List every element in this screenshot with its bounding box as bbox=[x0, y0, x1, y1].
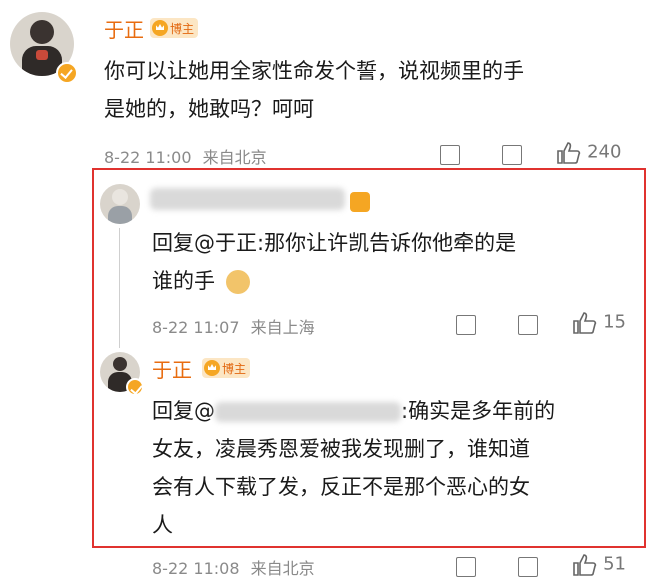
verified-icon bbox=[56, 62, 78, 84]
share-icon[interactable] bbox=[456, 557, 476, 577]
comment-icon[interactable] bbox=[518, 315, 538, 335]
thumbs-up-icon bbox=[573, 554, 597, 576]
username[interactable]: 于正 bbox=[104, 14, 144, 43]
like-button[interactable]: 15 bbox=[572, 311, 626, 335]
comment-text: 你可以让她用全家性命发个誓，说视频里的手 是她的，她敢吗？呵呵 bbox=[104, 59, 524, 121]
blogger-badge: 博主 bbox=[150, 18, 199, 38]
share-icon[interactable] bbox=[440, 145, 460, 165]
share-icon[interactable] bbox=[456, 315, 476, 335]
blurred-username bbox=[150, 188, 345, 210]
crown-icon bbox=[204, 360, 220, 376]
verified-icon bbox=[126, 378, 144, 396]
comment-icon[interactable] bbox=[518, 557, 538, 577]
reply-text: 回复@:确实是多年前的 女友，凌晨秀恩爱被我发现删了，谁知道 会有人下载了发，反… bbox=[152, 399, 556, 537]
thread-line bbox=[119, 228, 120, 348]
username[interactable]: 于正 bbox=[152, 354, 192, 383]
comment-icon[interactable] bbox=[502, 145, 522, 165]
comment-meta: 8-22 11:00 来自北京 bbox=[104, 148, 267, 167]
avatar[interactable] bbox=[100, 184, 140, 224]
reply-text: 回复@于正:那你让许凯告诉你他牵的是 谁的手 bbox=[152, 231, 517, 294]
reply-meta: 8-22 11:08 来自北京 bbox=[152, 559, 315, 578]
like-count: 15 bbox=[603, 311, 626, 333]
crown-icon bbox=[152, 20, 168, 36]
like-button[interactable]: 51 bbox=[572, 553, 626, 577]
like-count: 51 bbox=[603, 553, 626, 575]
blurred-mention bbox=[215, 402, 401, 422]
reply-meta: 8-22 11:07 来自上海 bbox=[152, 318, 315, 337]
blogger-badge: 博主 bbox=[202, 358, 251, 378]
like-button[interactable]: 240 bbox=[556, 141, 621, 165]
like-count: 240 bbox=[587, 141, 622, 163]
vip-crown-icon bbox=[350, 192, 370, 212]
thumbs-up-icon bbox=[573, 312, 597, 334]
thumbs-up-icon bbox=[557, 142, 581, 164]
doge-emoji-icon bbox=[225, 270, 250, 294]
